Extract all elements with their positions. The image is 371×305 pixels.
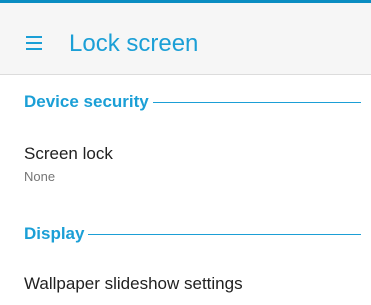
menu-bar-line: [26, 36, 42, 38]
screen-lock-title: Screen lock: [24, 144, 113, 163]
section-header-label: Display: [24, 224, 85, 243]
hamburger-menu-icon[interactable]: [26, 36, 42, 50]
section-header-display: Display: [24, 222, 361, 246]
menu-bar-line: [26, 48, 42, 50]
section-header-label: Device security: [24, 92, 149, 111]
wallpaper-slideshow-settings-title: Wallpaper slideshow settings: [24, 274, 243, 293]
section-header-device-security: Device security: [24, 90, 361, 114]
screen-lock-summary: None: [24, 169, 56, 184]
section-divider: [88, 233, 361, 235]
section-divider: [152, 101, 361, 103]
wallpaper-slideshow-settings-item[interactable]: Wallpaper slideshow settings: [0, 265, 371, 305]
lock-screen-settings: Lock screen Device security Screen lock …: [0, 0, 371, 305]
screen-lock-item[interactable]: Screen lock None: [0, 135, 371, 195]
page-title: Lock screen: [69, 30, 199, 57]
app-bar: Lock screen: [0, 3, 371, 75]
menu-bar-line: [26, 42, 42, 44]
